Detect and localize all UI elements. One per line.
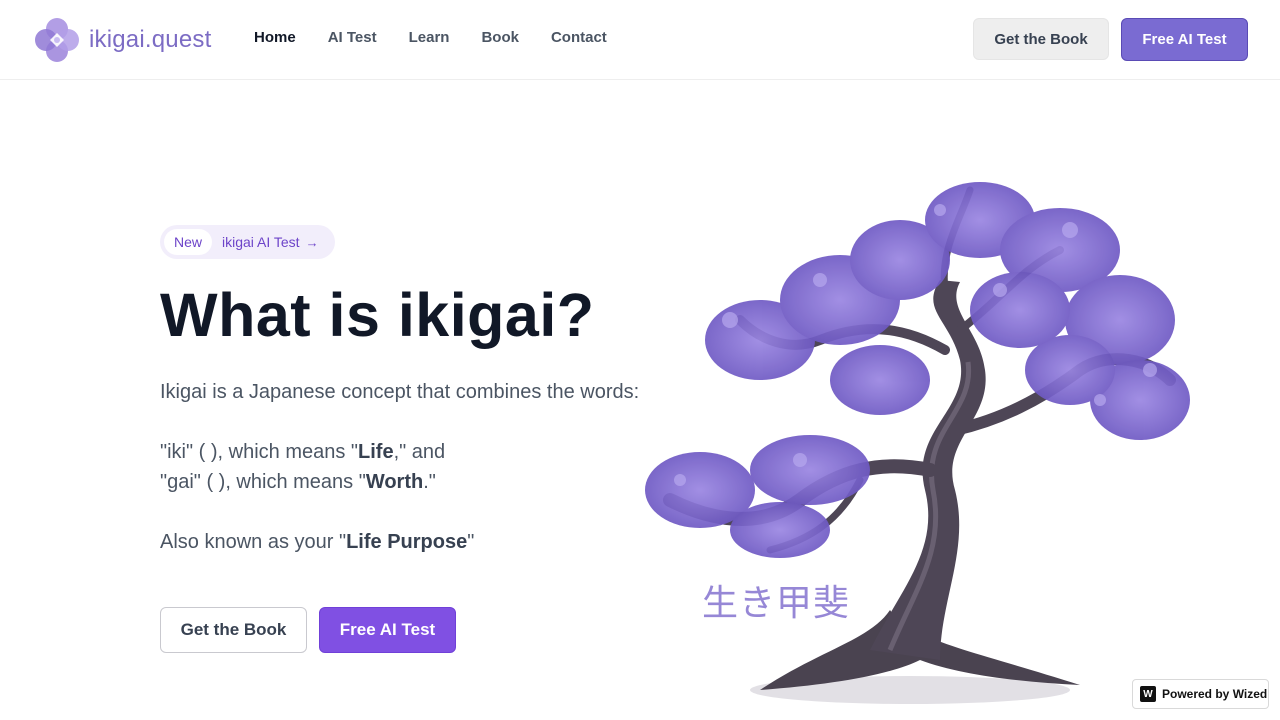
aka-suffix: " [467, 531, 475, 553]
intro-text: Ikigai is a Japanese concept that combin… [160, 381, 640, 403]
badge-ai-test-link[interactable]: ikigai AI Test → [214, 234, 319, 250]
badge-link-label: ikigai AI Test [222, 234, 300, 250]
arrow-right-icon: → [305, 234, 319, 250]
iki-prefix: "iki" ( ), which means " [160, 441, 359, 463]
gai-word: Worth [365, 471, 424, 493]
bonsai-tree-illustration [645, 182, 1190, 704]
ikigai-kanji: 生き甲斐 [702, 583, 851, 624]
page-title: What is ikigai? [160, 281, 595, 349]
logo-flower-icon [35, 18, 79, 62]
header-get-book-button[interactable]: Get the Book [973, 18, 1109, 60]
announcement-badge[interactable]: New ikigai AI Test → [160, 225, 335, 259]
nav-home[interactable]: Home [254, 29, 296, 46]
iki-word: Life [358, 441, 394, 463]
header-free-ai-test-button[interactable]: Free AI Test [1121, 18, 1248, 61]
hero-get-book-button[interactable]: Get the Book [160, 607, 307, 653]
aka-prefix: Also known as your " [160, 531, 347, 553]
powered-by-wized-badge[interactable]: W Powered by Wized [1132, 679, 1269, 709]
gai-prefix: "gai" ( ), which means " [160, 471, 366, 493]
hero-free-ai-test-button[interactable]: Free AI Test [319, 607, 456, 653]
aka-word: Life Purpose [346, 531, 468, 553]
iki-suffix: ," and [393, 441, 446, 463]
main-nav: Home AI Test Learn Book Contact [254, 29, 607, 46]
nav-learn[interactable]: Learn [409, 29, 450, 46]
nav-ai-test[interactable]: AI Test [328, 29, 377, 46]
gai-suffix: ." [423, 471, 436, 493]
logo-link[interactable]: ikigai.quest [34, 17, 211, 63]
badge-new-label: New [164, 229, 213, 255]
powered-by-label: Powered by Wized [1162, 687, 1268, 701]
nav-book[interactable]: Book [481, 29, 519, 46]
logo-text: ikigai.quest [89, 26, 212, 53]
iki-definition: "iki" ( ), which means "Life," and [160, 441, 445, 464]
site-header: ikigai.quest Home AI Test Learn Book Con… [0, 0, 1280, 80]
nav-contact[interactable]: Contact [551, 29, 607, 46]
wized-icon: W [1140, 686, 1156, 702]
gai-definition: "gai" ( ), which means "Worth." [160, 471, 436, 494]
life-purpose-text: Also known as your "Life Purpose" [160, 531, 474, 554]
